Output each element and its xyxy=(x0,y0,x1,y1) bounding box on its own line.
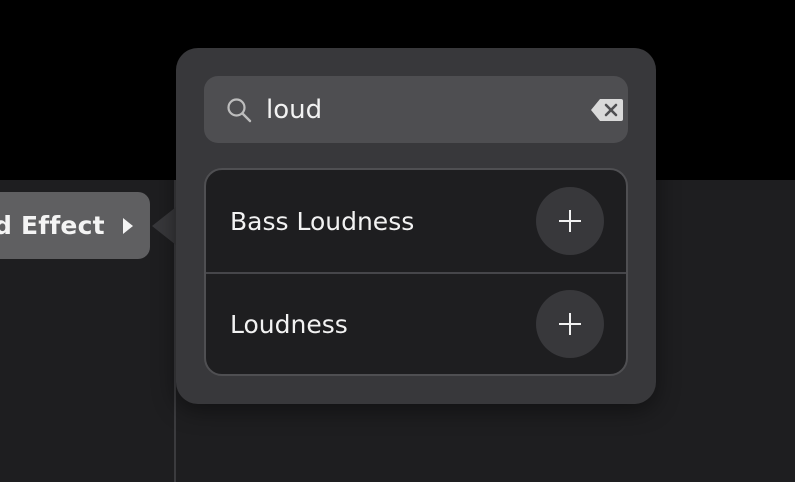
chevron-right-icon xyxy=(122,217,133,234)
effect-search-popover: Bass Loudness Loudness xyxy=(176,48,656,404)
list-item-bass-loudness[interactable]: Bass Loudness xyxy=(206,170,626,272)
app-window: d Effect Bass Loudness xyxy=(0,0,795,482)
list-item-label: Bass Loudness xyxy=(230,206,415,236)
popover-arrow xyxy=(152,207,176,245)
list-item-label: Loudness xyxy=(230,309,348,339)
add-loudness-button[interactable] xyxy=(536,290,604,358)
plus-icon xyxy=(559,313,581,335)
list-item-loudness[interactable]: Loudness xyxy=(206,272,626,374)
add-effect-button[interactable]: d Effect xyxy=(0,192,150,259)
search-input[interactable] xyxy=(266,89,590,130)
clear-search-icon[interactable] xyxy=(590,97,624,123)
add-bass-loudness-button[interactable] xyxy=(536,187,604,255)
search-icon xyxy=(226,97,252,123)
plus-icon xyxy=(559,210,581,232)
search-field[interactable] xyxy=(204,76,628,143)
search-results-list: Bass Loudness Loudness xyxy=(204,168,628,376)
add-effect-label: d Effect xyxy=(0,211,105,240)
